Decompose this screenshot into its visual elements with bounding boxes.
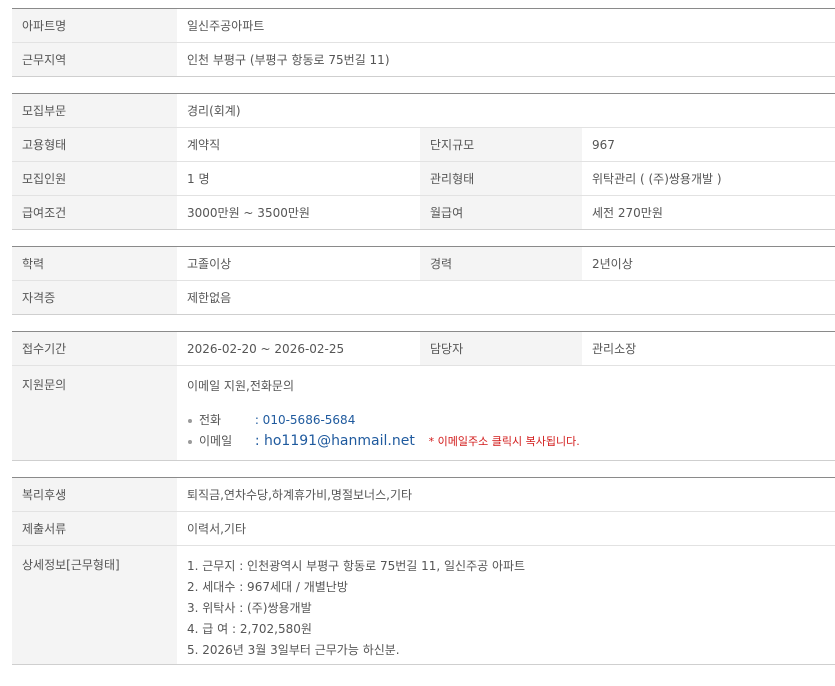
period-value: 2026-02-20 ~ 2026-02-25 <box>177 331 420 366</box>
headcount-value: 1 명 <box>177 161 420 196</box>
recruit-info-table: 모집부문 경리(회계) 고용형태 계약직 단지규모 967 모집인원 1 명 관… <box>12 93 835 230</box>
complex-size-label: 단지규모 <box>420 127 582 162</box>
email-label: 이메일 <box>199 434 233 448</box>
table-row: 아파트명 일신주공아파트 <box>12 8 835 43</box>
work-area-label: 근무지역 <box>12 42 177 77</box>
welfare-value: 퇴직금,연차수당,하계휴가비,명절보너스,기타 <box>177 477 835 512</box>
apartment-name-value: 일신주공아파트 <box>177 8 835 43</box>
phone-label: 전화 <box>199 413 222 427</box>
list-item: 전화 : 010-5686-5684 <box>187 410 835 431</box>
table-row: 근무지역 인천 부평구 (부평구 항동로 75번길 11) <box>12 42 835 77</box>
table-row: 제출서류 이력서,기타 <box>12 511 835 546</box>
apartment-name-label: 아파트명 <box>12 8 177 43</box>
dept-value: 경리(회계) <box>177 93 835 128</box>
documents-value: 이력서,기타 <box>177 511 835 546</box>
monthly-salary-value: 세전 270만원 <box>582 195 835 230</box>
table-row: 접수기간 2026-02-20 ~ 2026-02-25 담당자 관리소장 <box>12 331 835 366</box>
email-link[interactable]: : ho1191@hanmail.net <box>255 433 415 449</box>
headcount-label: 모집인원 <box>12 161 177 196</box>
career-label: 경력 <box>420 246 582 281</box>
table-row: 자격증 제한없음 <box>12 280 835 315</box>
salary-cond-label: 급여조건 <box>12 195 177 230</box>
job-posting-detail: 아파트명 일신주공아파트 근무지역 인천 부평구 (부평구 항동로 75번길 1… <box>12 0 835 665</box>
table-row: 복리후생 퇴직금,연차수당,하계휴가비,명절보너스,기타 <box>12 477 835 512</box>
monthly-salary-label: 월급여 <box>420 195 582 230</box>
certificate-value: 제한없음 <box>177 280 835 315</box>
phone-number: : 010-5686-5684 <box>254 413 356 427</box>
table-row: 상세정보[근무형태] 1. 근무지 : 인천광역시 부평구 항동로 75번길 1… <box>12 545 835 665</box>
bullet-icon <box>188 440 192 444</box>
employment-value: 계약직 <box>177 127 420 162</box>
inquiry-value: 이메일 지원,전화문의 전화 : 010-5686-5684 이메일 : ho1… <box>177 365 835 461</box>
manager-value: 관리소장 <box>582 331 835 366</box>
documents-label: 제출서류 <box>12 511 177 546</box>
table-row: 학력 고졸이상 경력 2년이상 <box>12 246 835 281</box>
manager-label: 담당자 <box>420 331 582 366</box>
detail-value: 1. 근무지 : 인천광역시 부평구 항동로 75번길 11, 일신주공 아파트… <box>177 545 835 665</box>
application-table: 접수기간 2026-02-20 ~ 2026-02-25 담당자 관리소장 지원… <box>12 331 835 461</box>
inquiry-label: 지원문의 <box>12 365 177 461</box>
dept-label: 모집부문 <box>12 93 177 128</box>
list-item: 이메일 : ho1191@hanmail.net * 이메일주소 클릭시 복사됩… <box>187 431 835 452</box>
contact-list: 전화 : 010-5686-5684 이메일 : ho1191@hanmail.… <box>187 410 835 452</box>
email-copy-note: * 이메일주소 클릭시 복사됩니다. <box>428 435 580 448</box>
qualification-table: 학력 고졸이상 경력 2년이상 자격증 제한없음 <box>12 246 835 315</box>
table-row: 모집인원 1 명 관리형태 위탁관리 ( (주)쌍용개발 ) <box>12 161 835 196</box>
inquiry-method: 이메일 지원,전화문의 <box>187 379 294 393</box>
detail-line: 2. 세대수 : 967세대 / 개별난방 <box>187 580 348 594</box>
certificate-label: 자격증 <box>12 280 177 315</box>
detail-line: 3. 위탁사 : (주)쌍용개발 <box>187 601 312 615</box>
employment-label: 고용형태 <box>12 127 177 162</box>
mgmt-type-label: 관리형태 <box>420 161 582 196</box>
table-row: 급여조건 3000만원 ~ 3500만원 월급여 세전 270만원 <box>12 195 835 230</box>
salary-cond-value: 3000만원 ~ 3500만원 <box>177 195 420 230</box>
welfare-table: 복리후생 퇴직금,연차수당,하계휴가비,명절보너스,기타 제출서류 이력서,기타… <box>12 477 835 665</box>
table-row: 고용형태 계약직 단지규모 967 <box>12 127 835 162</box>
table-row: 지원문의 이메일 지원,전화문의 전화 : 010-5686-5684 이메일 … <box>12 365 835 461</box>
welfare-label: 복리후생 <box>12 477 177 512</box>
career-value: 2년이상 <box>582 246 835 281</box>
work-area-value: 인천 부평구 (부평구 항동로 75번길 11) <box>177 42 835 77</box>
detail-line: 4. 급 여 : 2,702,580원 <box>187 622 312 636</box>
detail-line: 5. 2026년 3월 3일부터 근무가능 하신분. <box>187 643 400 657</box>
detail-line: 1. 근무지 : 인천광역시 부평구 항동로 75번길 11, 일신주공 아파트 <box>187 559 526 573</box>
education-value: 고졸이상 <box>177 246 420 281</box>
bullet-icon <box>188 419 192 423</box>
mgmt-type-value: 위탁관리 ( (주)쌍용개발 ) <box>582 161 835 196</box>
basic-info-table: 아파트명 일신주공아파트 근무지역 인천 부평구 (부평구 항동로 75번길 1… <box>12 8 835 77</box>
detail-label: 상세정보[근무형태] <box>12 545 177 665</box>
complex-size-value: 967 <box>582 127 835 162</box>
education-label: 학력 <box>12 246 177 281</box>
period-label: 접수기간 <box>12 331 177 366</box>
table-row: 모집부문 경리(회계) <box>12 93 835 128</box>
